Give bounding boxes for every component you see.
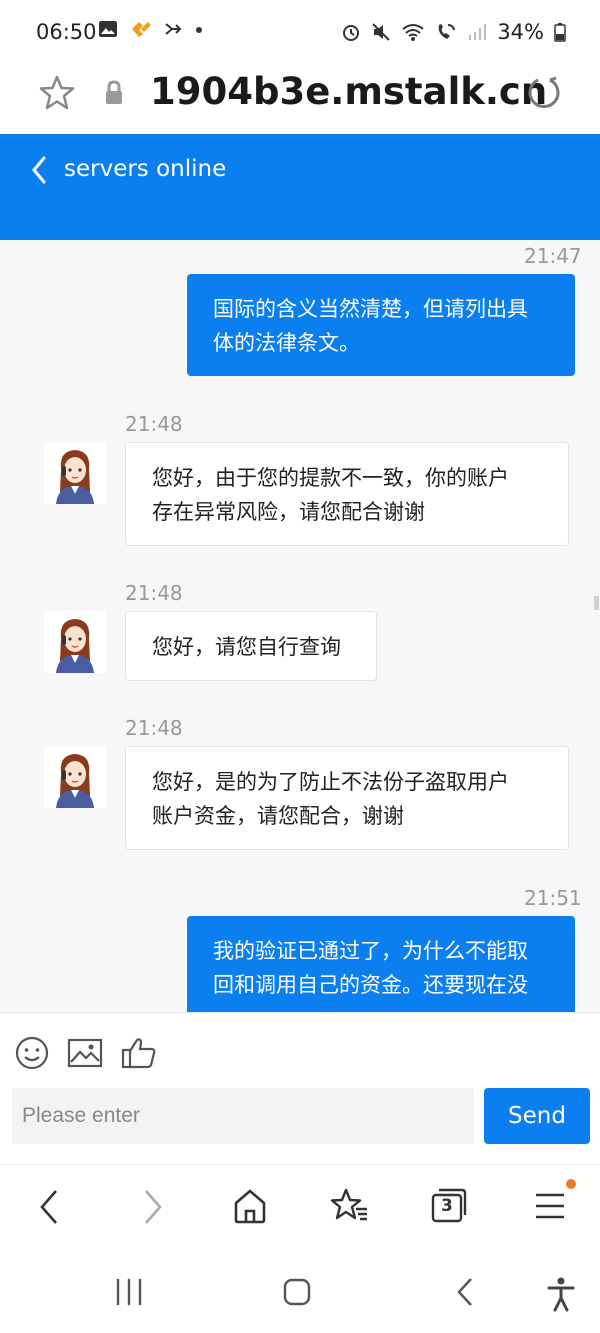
outgoing-message-bubble: 我的验证已通过了，为什么不能取 回和调用自己的资金。还要现在没 <box>187 916 575 1012</box>
url-text[interactable]: 1904b3e.mstalk.cn <box>150 70 547 113</box>
mute-icon <box>372 23 391 41</box>
notification-dot <box>566 1179 576 1189</box>
alarm-icon <box>343 25 360 41</box>
image-icon[interactable] <box>67 1035 103 1071</box>
bookmarks-icon[interactable] <box>330 1187 370 1225</box>
agent-avatar-icon <box>56 754 94 808</box>
system-back-icon[interactable] <box>454 1276 476 1308</box>
status-time: 06:50 <box>36 20 97 44</box>
chat-header: servers online <box>0 134 600 240</box>
bookmark-star-icon[interactable] <box>38 74 76 112</box>
message-timestamp: 21:48 <box>125 716 183 740</box>
system-home-icon[interactable] <box>282 1276 312 1308</box>
signal-icon <box>469 24 487 40</box>
lock-icon[interactable] <box>104 80 124 106</box>
battery-icon <box>554 23 566 42</box>
agent-avatar <box>44 611 106 673</box>
incoming-message-bubble: 您好，由于您的提款不一致，你的账户 存在异常风险，请您配合谢谢 <box>125 442 569 546</box>
agent-avatar <box>44 442 106 504</box>
tab-count: 3 <box>441 1196 453 1216</box>
network-icon <box>165 23 182 35</box>
send-button[interactable]: Send <box>484 1088 590 1144</box>
system-navigation-bar <box>0 1256 600 1333</box>
scrollbar-thumb[interactable] <box>594 596 599 610</box>
message-timestamp: 21:47 <box>524 244 582 268</box>
browser-forward-icon[interactable] <box>140 1187 166 1227</box>
incoming-message-bubble: 您好，是的为了防止不法份子盗取用户 账户资金，请您配合，谢谢 <box>125 746 569 850</box>
browser-back-icon[interactable] <box>36 1187 62 1227</box>
status-bar: 06:50 34% <box>0 0 600 66</box>
agent-avatar-icon <box>56 619 94 673</box>
tabs-button[interactable]: 3 <box>430 1187 468 1225</box>
app-icon <box>132 22 151 37</box>
dot-icon <box>196 27 202 33</box>
wifi-icon <box>402 24 424 41</box>
message-timestamp: 21:51 <box>524 886 582 910</box>
wifi-call-icon <box>438 24 456 39</box>
emoji-icon[interactable] <box>14 1035 50 1071</box>
reload-icon[interactable] <box>526 74 562 112</box>
agent-avatar <box>44 746 106 808</box>
chat-title: servers online <box>64 156 227 182</box>
battery-percent: 34% <box>497 20 544 44</box>
recent-apps-icon[interactable] <box>114 1276 144 1308</box>
message-input[interactable] <box>12 1088 474 1144</box>
incoming-message-bubble: 您好，请您自行查询 <box>125 611 377 681</box>
thumbs-up-icon[interactable] <box>120 1035 158 1071</box>
message-list[interactable]: 21:47 国际的含义当然清楚，但请列出具 体的法律条文。 21:48 您好，由… <box>0 240 600 1012</box>
gallery-icon <box>99 21 117 37</box>
agent-avatar-icon <box>56 450 94 504</box>
home-icon[interactable] <box>232 1187 268 1225</box>
browser-url-bar: 1904b3e.mstalk.cn <box>0 66 600 132</box>
message-timestamp: 21:48 <box>125 412 183 436</box>
menu-icon[interactable] <box>534 1187 566 1225</box>
message-timestamp: 21:48 <box>125 581 183 605</box>
browser-navigation-bar: 3 <box>0 1164 600 1257</box>
back-arrow-icon[interactable] <box>26 154 52 186</box>
outgoing-message-bubble: 国际的含义当然清楚，但请列出具 体的法律条文。 <box>187 274 575 376</box>
accessibility-icon[interactable] <box>546 1276 576 1312</box>
message-composer: Send <box>0 1012 600 1165</box>
